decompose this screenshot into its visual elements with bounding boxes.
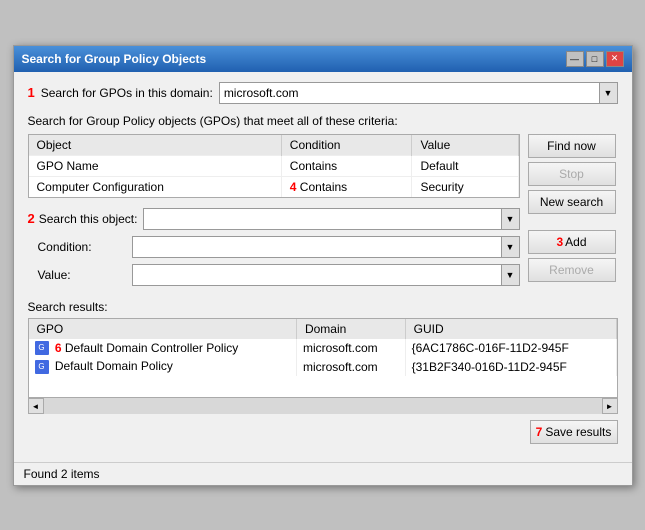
condition-input[interactable]: [133, 238, 501, 256]
left-panel: Object Condition Value GPO Name Contains…: [28, 134, 520, 292]
domain-dropdown-btn[interactable]: ▼: [599, 83, 617, 103]
annotation-6: 6: [55, 341, 62, 355]
criteria-value-1: Default: [412, 155, 518, 176]
condition-combo[interactable]: ▼: [132, 236, 520, 258]
scroll-left-btn[interactable]: ◄: [28, 398, 44, 414]
results-col-domain: Domain: [296, 319, 405, 339]
criteria-value-2: Security: [412, 176, 518, 197]
horizontal-scrollbar[interactable]: ◄ ►: [28, 398, 618, 414]
criteria-object-1: GPO Name: [29, 155, 282, 176]
title-bar: Search for Group Policy Objects — □ ✕: [14, 46, 632, 72]
criteria-row-1[interactable]: GPO Name Contains Default: [29, 155, 519, 176]
result-domain-1: microsoft.com: [296, 339, 405, 358]
close-button[interactable]: ✕: [606, 51, 624, 67]
window-title: Search for Group Policy Objects: [22, 52, 207, 66]
result-gpo-1: G 6 Default Domain Controller Policy: [29, 339, 297, 358]
main-area: Object Condition Value GPO Name Contains…: [28, 134, 618, 292]
col-value: Value: [412, 135, 518, 156]
new-search-button[interactable]: New search: [528, 190, 616, 214]
result-gpo-2: G Default Domain Policy: [29, 357, 297, 376]
criteria-table: Object Condition Value GPO Name Contains…: [28, 134, 520, 198]
save-results-button[interactable]: 7 Save results: [530, 420, 618, 444]
status-bar: Found 2 items: [14, 462, 632, 485]
criteria-condition-1: Contains: [281, 155, 412, 176]
value-dropdown-btn[interactable]: ▼: [501, 265, 519, 285]
criteria-label: Search for Group Policy objects (GPOs) t…: [28, 114, 618, 128]
domain-label: Search for GPOs in this domain:: [41, 86, 213, 100]
search-object-label: Search this object:: [39, 212, 139, 226]
value-input[interactable]: [133, 266, 501, 284]
domain-combo[interactable]: ▼: [219, 82, 618, 104]
condition-dropdown-btn[interactable]: ▼: [501, 237, 519, 257]
status-text: Found 2 items: [24, 467, 100, 481]
result-guid-1: {6AC1786C-016F-11D2-945F: [405, 339, 616, 358]
criteria-object-2: Computer Configuration: [29, 176, 282, 197]
window-content: 1 Search for GPOs in this domain: ▼ Sear…: [14, 72, 632, 454]
result-row-2[interactable]: G Default Domain Policy microsoft.com {3…: [29, 357, 617, 376]
domain-input[interactable]: [220, 83, 599, 103]
annotation-7: 7: [536, 425, 543, 439]
value-combo[interactable]: ▼: [132, 264, 520, 286]
remove-button[interactable]: Remove: [528, 258, 616, 282]
result-domain-2: microsoft.com: [296, 357, 405, 376]
results-col-guid: GUID: [405, 319, 616, 339]
search-object-input[interactable]: [144, 210, 501, 228]
criteria-row-2[interactable]: Computer Configuration 4 Contains Securi…: [29, 176, 519, 197]
stop-button[interactable]: Stop: [528, 162, 616, 186]
main-window: Search for Group Policy Objects — □ ✕ 1 …: [13, 45, 633, 486]
minimize-button[interactable]: —: [566, 51, 584, 67]
result-guid-2: {31B2F340-016D-11D2-945F: [405, 357, 616, 376]
gpo-icon-2: G: [35, 360, 49, 374]
gpo-icon-1: G: [35, 341, 49, 355]
scroll-track[interactable]: [44, 398, 602, 414]
results-table-container[interactable]: GPO Domain GUID G 6 Default Domain Contr…: [28, 318, 618, 398]
annotation-2: 2: [28, 211, 35, 226]
criteria-condition-2: 4 Contains: [281, 176, 412, 197]
results-label: Search results:: [28, 300, 618, 314]
results-table: GPO Domain GUID G 6 Default Domain Contr…: [29, 319, 617, 377]
maximize-button[interactable]: □: [586, 51, 604, 67]
col-object: Object: [29, 135, 282, 156]
value-row: Value: ▼: [28, 264, 520, 286]
annotation-3: 3: [556, 235, 563, 249]
right-panel: Find now Stop New search 3 Add Remove: [528, 134, 618, 292]
save-row: 7 Save results: [28, 420, 618, 444]
find-now-button[interactable]: Find now: [528, 134, 616, 158]
result-row-1[interactable]: G 6 Default Domain Controller Policy mic…: [29, 339, 617, 358]
col-condition: Condition: [281, 135, 412, 156]
domain-row: 1 Search for GPOs in this domain: ▼: [28, 82, 618, 104]
scroll-right-btn[interactable]: ►: [602, 398, 618, 414]
annotation-4: 4: [290, 180, 297, 194]
annotation-1: 1: [28, 85, 35, 100]
condition-label: Condition:: [28, 240, 128, 254]
title-bar-buttons: — □ ✕: [566, 51, 624, 67]
value-label: Value:: [28, 268, 128, 282]
results-section: Search results: GPO Domain GUID G: [28, 300, 618, 444]
condition-row: Condition: ▼: [28, 236, 520, 258]
search-object-row: 2 Search this object: ▼: [28, 208, 520, 230]
search-object-combo[interactable]: ▼: [143, 208, 520, 230]
add-button[interactable]: 3 Add: [528, 230, 616, 254]
results-col-gpo: GPO: [29, 319, 297, 339]
search-object-dropdown-btn[interactable]: ▼: [501, 209, 519, 229]
